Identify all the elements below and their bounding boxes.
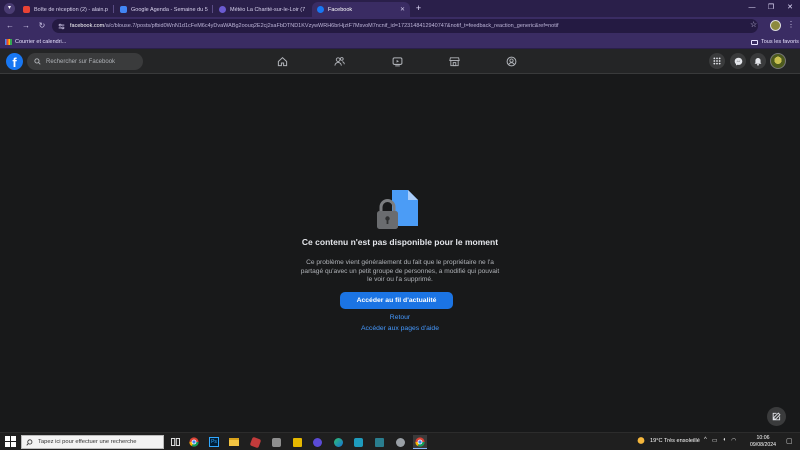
clock-date: 09/08/2024 (750, 442, 776, 448)
browser-menu-icon[interactable]: ⋮ (787, 20, 795, 29)
show-hidden-icons-icon[interactable]: ^ (704, 437, 707, 444)
app-icon-circle[interactable] (393, 435, 407, 449)
gmail-icon (23, 6, 30, 13)
taskbar-search-input[interactable]: Tapez ici pour effectuer une recherche (21, 435, 164, 449)
facebook-logo[interactable]: f (6, 53, 23, 70)
windows-taskbar: Tapez ici pour effectuer une recherche P… (0, 432, 800, 450)
close-tab-icon[interactable]: ✕ (309, 6, 310, 13)
messenger-icon[interactable] (730, 53, 746, 69)
back-link[interactable]: Retour (300, 314, 500, 321)
calendar-icon (120, 6, 127, 13)
bookmarks-bar: Courrier et calendri... Tous les favoris (0, 35, 800, 49)
tab-divider (113, 5, 114, 13)
clock-time: 10:06 (756, 435, 770, 441)
app-icon-gray[interactable] (269, 435, 283, 449)
taskbar-clock[interactable]: 10:06 09/08/2024 (748, 435, 778, 449)
tab-divider (212, 5, 213, 13)
unavailable-title: Ce contenu n'est pas disponible pour le … (301, 237, 499, 247)
tab-search-icon[interactable]: ▾ (4, 3, 15, 14)
reload-icon[interactable]: ↻ (36, 20, 48, 32)
chrome-icon[interactable] (187, 435, 201, 449)
app-icon-red[interactable] (248, 435, 262, 449)
wifi-icon[interactable]: ◠ (731, 437, 736, 444)
weather-widget[interactable]: 19°C Très ensoleillé (636, 436, 700, 445)
task-view-icon[interactable] (168, 435, 182, 449)
tab-title: Boîte de réception (2) - alain.p (34, 6, 108, 13)
url-path: /a/c/blouse.7/posts/pfbid0WnN1d1cFeM6c4y… (104, 23, 559, 29)
network-icon[interactable]: ▭ (712, 437, 718, 444)
bookmark-label: Tous les favoris (761, 39, 799, 45)
video-icon[interactable] (389, 53, 405, 69)
tab-google-calendar[interactable]: Google Agenda - Semaine du 5 ✕ (115, 2, 209, 17)
app-icon-purple[interactable] (310, 435, 324, 449)
weather-text: 19°C Très ensoleillé (650, 437, 700, 444)
bookmark-label: Courrier et calendri... (15, 39, 67, 45)
help-pages-link[interactable]: Accéder aux pages d'aide (300, 325, 500, 332)
search-icon (26, 438, 33, 446)
bookmark-courrier[interactable]: Courrier et calendri... (5, 37, 66, 47)
tab-title: Facebook (328, 6, 353, 13)
minimize-window-icon[interactable]: — (746, 3, 758, 13)
profile-avatar[interactable] (770, 53, 786, 69)
notifications-bell-icon[interactable] (750, 53, 766, 69)
microsoft-icon (5, 39, 12, 45)
new-message-button[interactable] (767, 407, 786, 426)
browser-toolbar: ← → ↻ facebook.com/a/c/blouse.7/posts/pf… (0, 17, 800, 35)
tab-gmail[interactable]: Boîte de réception (2) - alain.p ✕ (18, 2, 110, 17)
taskbar-search-placeholder: Tapez ici pour effectuer une recherche (38, 439, 137, 445)
facebook-favicon-icon (317, 6, 324, 13)
menu-grid-icon[interactable] (709, 53, 725, 69)
folder-icon (751, 39, 758, 45)
unavailable-description: Ce problème vient généralement du fait q… (300, 259, 500, 283)
restore-window-icon[interactable]: ❐ (765, 3, 777, 13)
facebook-search-input[interactable]: Rechercher sur Facebook (27, 53, 143, 70)
weather-icon (219, 6, 226, 13)
site-info-icon[interactable] (58, 23, 65, 30)
url-text: facebook.com/a/c/blouse.7/posts/pfbid0Wn… (70, 23, 559, 29)
app-icon-teal[interactable] (351, 435, 365, 449)
close-tab-icon[interactable]: ✕ (400, 6, 405, 13)
browser-tab-strip: ▾ Boîte de réception (2) - alain.p ✕ Goo… (0, 0, 800, 17)
forward-arrow-icon[interactable]: → (20, 20, 32, 32)
tab-weather[interactable]: Météo La Charité-sur-le-Loir (7 ✕ (214, 2, 310, 17)
go-to-feed-button[interactable]: Accéder au fil d'actualité (340, 292, 453, 309)
photoshop-icon[interactable]: Ps (207, 435, 221, 449)
marketplace-icon[interactable] (446, 53, 462, 69)
edge-icon[interactable] (331, 435, 345, 449)
close-window-icon[interactable]: ✕ (784, 3, 796, 13)
volume-icon[interactable]: ◖ (723, 437, 727, 444)
new-tab-button[interactable]: + (413, 3, 424, 14)
app-icon-dark[interactable] (372, 435, 386, 449)
locked-content-illustration (377, 190, 418, 229)
address-bar[interactable]: facebook.com/a/c/blouse.7/posts/pfbid0Wn… (52, 19, 758, 33)
browser-profile-avatar[interactable] (770, 20, 781, 31)
url-domain: facebook.com (70, 23, 105, 29)
back-arrow-icon[interactable]: ← (4, 20, 16, 32)
home-icon[interactable] (274, 53, 290, 69)
chrome-active-icon[interactable] (413, 435, 427, 449)
facebook-top-nav: f Rechercher sur Facebook (0, 49, 800, 74)
tab-facebook[interactable]: Facebook ✕ (312, 2, 410, 17)
search-icon (34, 58, 41, 65)
file-explorer-icon[interactable] (227, 435, 241, 449)
main-content: Ce contenu n'est pas disponible pour le … (0, 74, 800, 432)
notification-center-icon[interactable]: ▢ (786, 437, 793, 445)
search-placeholder: Rechercher sur Facebook (46, 58, 116, 65)
tab-title: Google Agenda - Semaine du 5 (131, 6, 208, 13)
system-tray: ^ ▭ ◖ ◠ (704, 437, 736, 444)
sunny-weather-icon (637, 437, 645, 444)
friends-icon[interactable] (331, 53, 347, 69)
bookmark-all-favorites[interactable]: Tous les favoris (751, 37, 799, 47)
app-icon-yellow[interactable] (290, 435, 304, 449)
compose-icon (772, 412, 781, 421)
tab-title: Météo La Charité-sur-le-Loir (7 (230, 6, 306, 13)
windows-start-icon[interactable] (5, 436, 16, 447)
bookmark-star-icon[interactable]: ☆ (750, 20, 757, 29)
gaming-icon[interactable] (503, 53, 519, 69)
